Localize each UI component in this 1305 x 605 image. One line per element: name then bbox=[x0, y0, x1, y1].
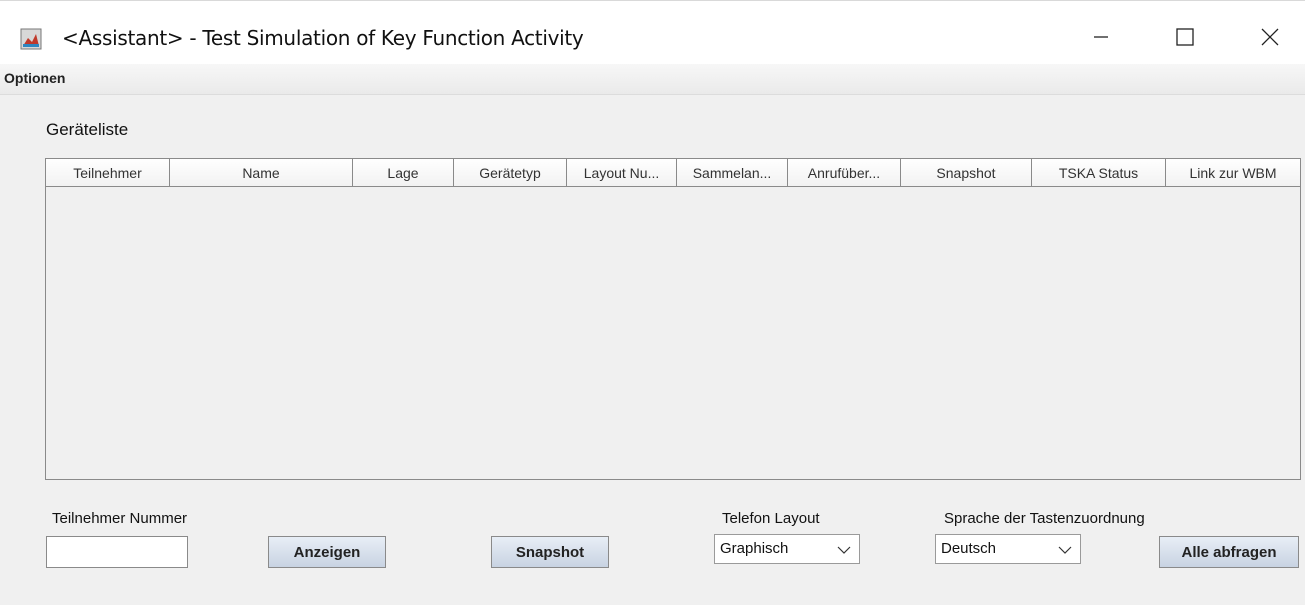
col-geraetetyp[interactable]: Gerätetyp bbox=[454, 159, 567, 187]
minimize-button[interactable] bbox=[1070, 17, 1130, 57]
telefon-layout-label: Telefon Layout bbox=[722, 510, 820, 527]
menu-bar: Optionen bbox=[0, 64, 1305, 95]
teilnehmer-nummer-label: Teilnehmer Nummer bbox=[52, 510, 188, 527]
sprache-tastenzuordnung-label: Sprache der Tastenzuordnung bbox=[944, 510, 1145, 527]
chevron-down-icon bbox=[1058, 546, 1072, 554]
sprache-select[interactable]: Deutsch bbox=[935, 534, 1081, 564]
col-snapshot[interactable]: Snapshot bbox=[901, 159, 1032, 187]
telefon-layout-value: Graphisch bbox=[720, 540, 789, 557]
teilnehmer-nummer-input[interactable] bbox=[46, 536, 188, 568]
minimize-icon bbox=[1094, 36, 1108, 38]
col-lage[interactable]: Lage bbox=[353, 159, 454, 187]
alle-abfragen-button[interactable]: Alle abfragen bbox=[1159, 536, 1299, 568]
app-icon bbox=[20, 28, 42, 50]
maximize-icon bbox=[1176, 28, 1194, 46]
col-teilnehmer[interactable]: Teilnehmer bbox=[46, 159, 170, 187]
device-table[interactable]: Teilnehmer Name Lage Gerätetyp Layout Nu… bbox=[45, 158, 1301, 480]
col-sammelanschluss[interactable]: Sammelan... bbox=[677, 159, 788, 187]
anzeigen-button[interactable]: Anzeigen bbox=[268, 536, 386, 568]
title-bar: <Assistant> - Test Simulation of Key Fun… bbox=[0, 0, 1305, 64]
col-layout-nummer[interactable]: Layout Nu... bbox=[567, 159, 677, 187]
col-tska-status[interactable]: TSKA Status bbox=[1032, 159, 1166, 187]
table-header: Teilnehmer Name Lage Gerätetyp Layout Nu… bbox=[46, 159, 1300, 187]
col-link-wbm[interactable]: Link zur WBM bbox=[1166, 159, 1300, 187]
menu-optionen[interactable]: Optionen bbox=[4, 70, 65, 86]
close-button[interactable] bbox=[1238, 17, 1298, 57]
window-title: <Assistant> - Test Simulation of Key Fun… bbox=[62, 26, 584, 50]
device-list-title: Geräteliste bbox=[46, 120, 129, 139]
close-icon bbox=[1261, 28, 1279, 46]
telefon-layout-select[interactable]: Graphisch bbox=[714, 534, 860, 564]
sprache-value: Deutsch bbox=[941, 540, 997, 557]
chevron-down-icon bbox=[837, 546, 851, 554]
snapshot-button[interactable]: Snapshot bbox=[491, 536, 609, 568]
col-name[interactable]: Name bbox=[170, 159, 353, 187]
maximize-button[interactable] bbox=[1154, 17, 1214, 57]
col-anrufuebernahme[interactable]: Anrufüber... bbox=[788, 159, 901, 187]
